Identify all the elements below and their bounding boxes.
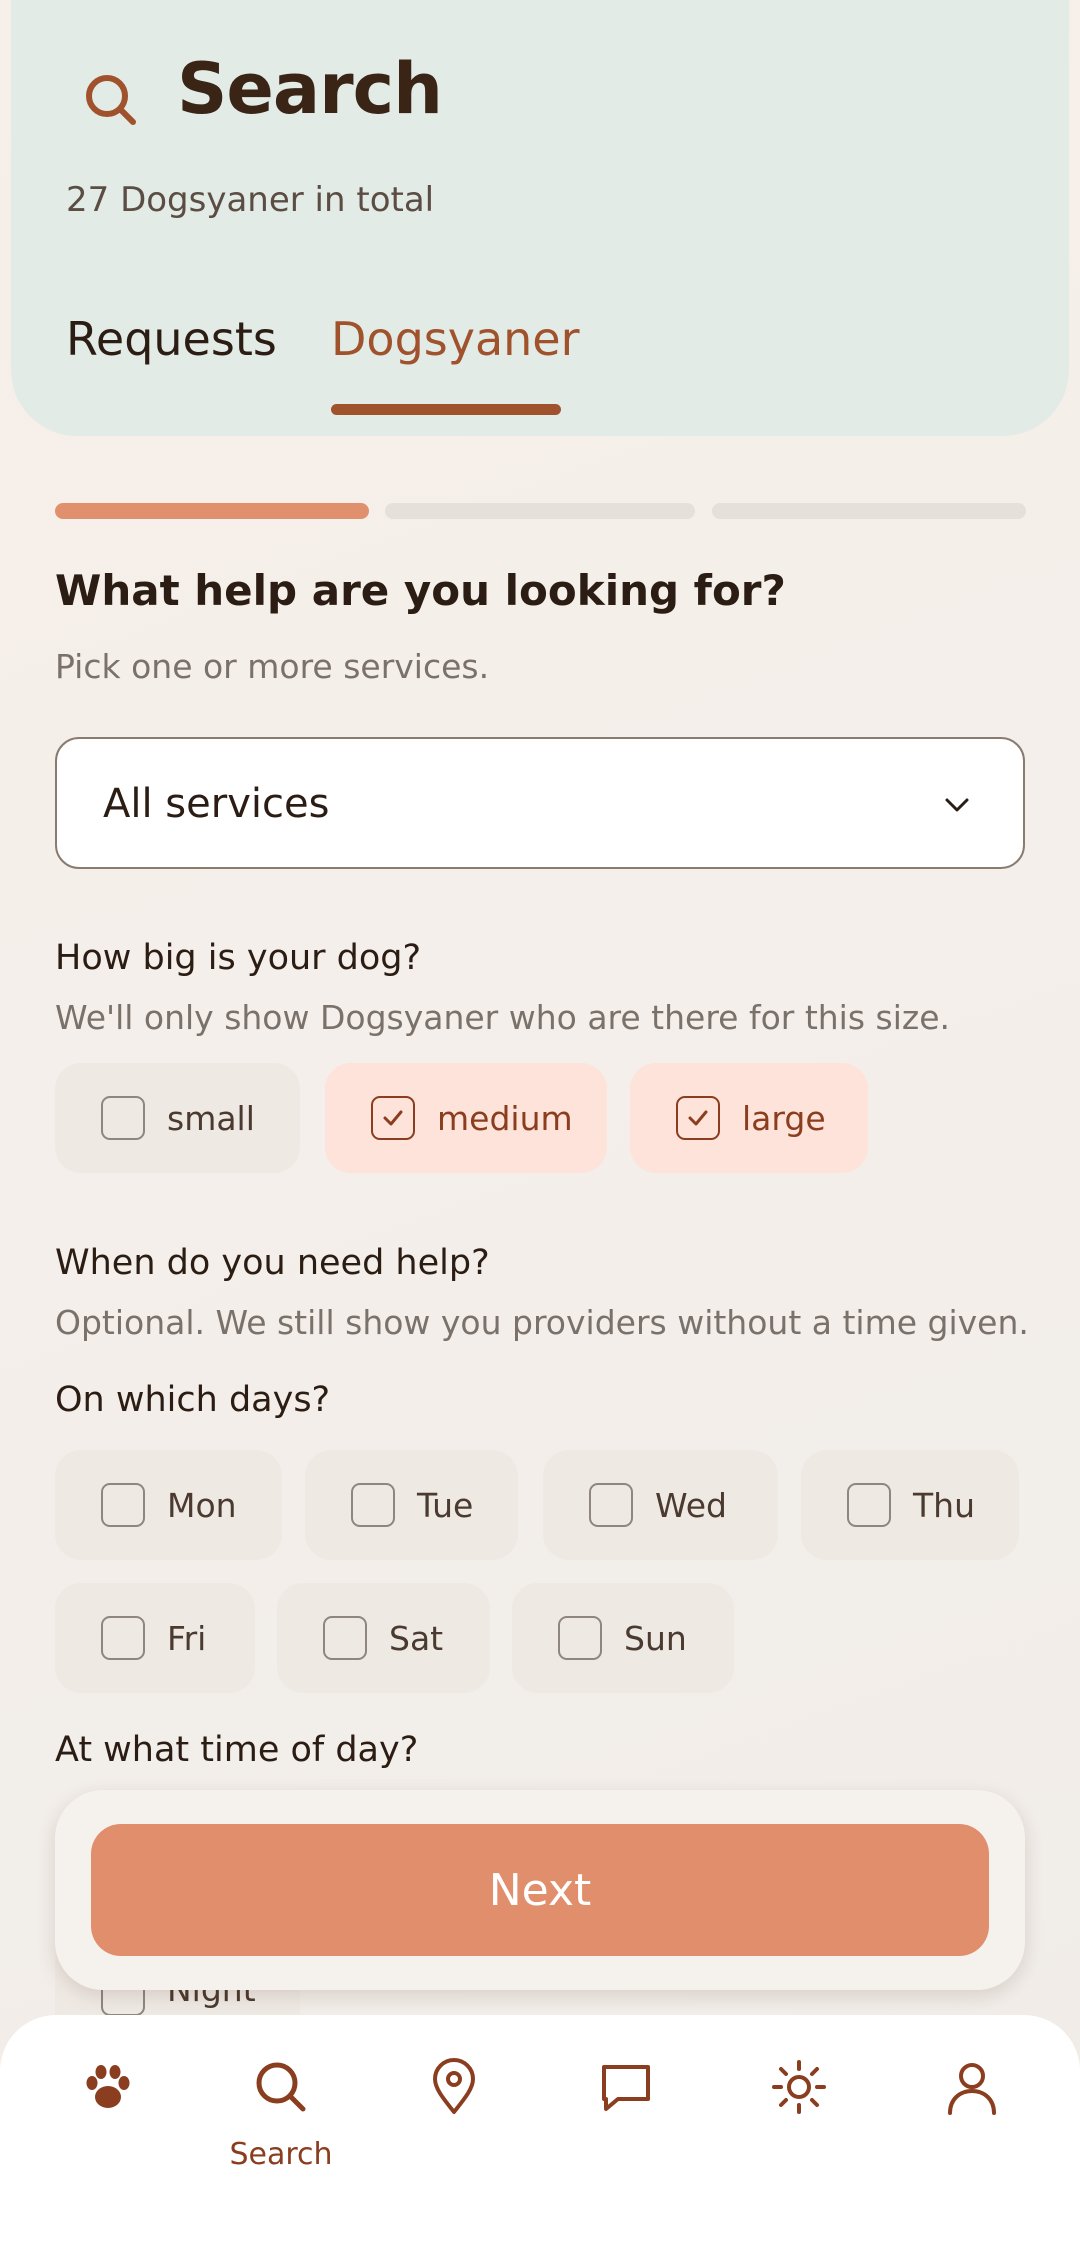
days-label: On which days? — [55, 1380, 331, 1420]
paw-icon — [86, 2065, 130, 2108]
services-selected-value: All services — [103, 781, 330, 827]
day-label: Tue — [417, 1485, 474, 1525]
day-label: Sun — [624, 1618, 687, 1658]
progress-step-3 — [712, 503, 1026, 519]
day-option-thu[interactable]: Thu — [801, 1450, 1019, 1560]
checkbox-checked[interactable] — [676, 1096, 720, 1140]
option-label: small — [167, 1098, 255, 1138]
tab-requests[interactable]: Requests — [66, 312, 277, 366]
option-label: large — [742, 1098, 826, 1138]
size-option-large[interactable]: large — [630, 1063, 868, 1173]
nav-item-search[interactable]: Search — [221, 2045, 341, 2185]
tab-dogsyaner[interactable]: Dogsyaner — [331, 312, 580, 366]
nav-item-theme[interactable] — [739, 2045, 859, 2185]
services-hint: Pick one or more services. — [55, 647, 490, 686]
nav-item-home[interactable] — [48, 2045, 168, 2185]
checkbox[interactable] — [101, 1096, 145, 1140]
size-hint: We'll only show Dogsyaner who are there … — [55, 998, 951, 1037]
sun-icon — [772, 2060, 826, 2114]
active-tab-indicator — [331, 404, 561, 415]
bottom-nav: Search — [0, 2015, 1080, 2268]
next-button-container: Next — [55, 1790, 1025, 1990]
checkbox[interactable] — [323, 1616, 367, 1660]
search-icon — [256, 2062, 306, 2112]
map-pin-icon — [433, 2058, 475, 2114]
checkbox[interactable] — [351, 1483, 395, 1527]
next-button[interactable]: Next — [91, 1824, 989, 1956]
time-hint: Optional. We still show you providers wi… — [55, 1303, 1029, 1342]
time-question: When do you need help? — [55, 1243, 490, 1283]
time-of-day-label: At what time of day? — [55, 1730, 419, 1770]
day-option-sat[interactable]: Sat — [277, 1583, 490, 1693]
day-option-fri[interactable]: Fri — [55, 1583, 255, 1693]
nav-item-map[interactable] — [394, 2045, 514, 2185]
option-label: medium — [437, 1098, 573, 1138]
day-label: Sat — [389, 1618, 444, 1658]
header-card: Search 27 Dogsyaner in total Requests Do… — [11, 0, 1069, 436]
day-option-mon[interactable]: Mon — [55, 1450, 282, 1560]
check-icon — [383, 1110, 403, 1126]
services-question: What help are you looking for? — [55, 566, 786, 615]
progress-step-1 — [55, 503, 369, 519]
check-icon — [688, 1110, 708, 1126]
day-label: Fri — [167, 1618, 207, 1658]
page-title: Search — [177, 48, 443, 130]
day-option-wed[interactable]: Wed — [543, 1450, 778, 1560]
chat-icon — [602, 2065, 650, 2111]
nav-item-messages[interactable] — [566, 2045, 686, 2185]
checkbox[interactable] — [101, 1483, 145, 1527]
user-icon — [948, 2063, 996, 2115]
progress-step-2 — [385, 503, 695, 519]
result-count: 27 Dogsyaner in total — [66, 180, 435, 220]
checkbox[interactable] — [101, 1616, 145, 1660]
nav-label-search: Search — [229, 2137, 333, 2172]
size-option-medium[interactable]: medium — [325, 1063, 607, 1173]
day-label: Wed — [655, 1485, 727, 1525]
checkbox-checked[interactable] — [371, 1096, 415, 1140]
nav-item-profile[interactable] — [912, 2045, 1032, 2185]
size-question: How big is your dog? — [55, 938, 422, 978]
checkbox[interactable] — [847, 1483, 891, 1527]
chevron-down-icon — [945, 798, 969, 812]
day-option-sun[interactable]: Sun — [512, 1583, 734, 1693]
size-option-small[interactable]: small — [55, 1063, 300, 1173]
day-option-tue[interactable]: Tue — [305, 1450, 518, 1560]
checkbox[interactable] — [589, 1483, 633, 1527]
search-icon — [86, 75, 136, 125]
day-label: Thu — [913, 1485, 975, 1525]
services-dropdown[interactable]: All services — [55, 737, 1025, 869]
checkbox[interactable] — [558, 1616, 602, 1660]
day-label: Mon — [167, 1485, 237, 1525]
